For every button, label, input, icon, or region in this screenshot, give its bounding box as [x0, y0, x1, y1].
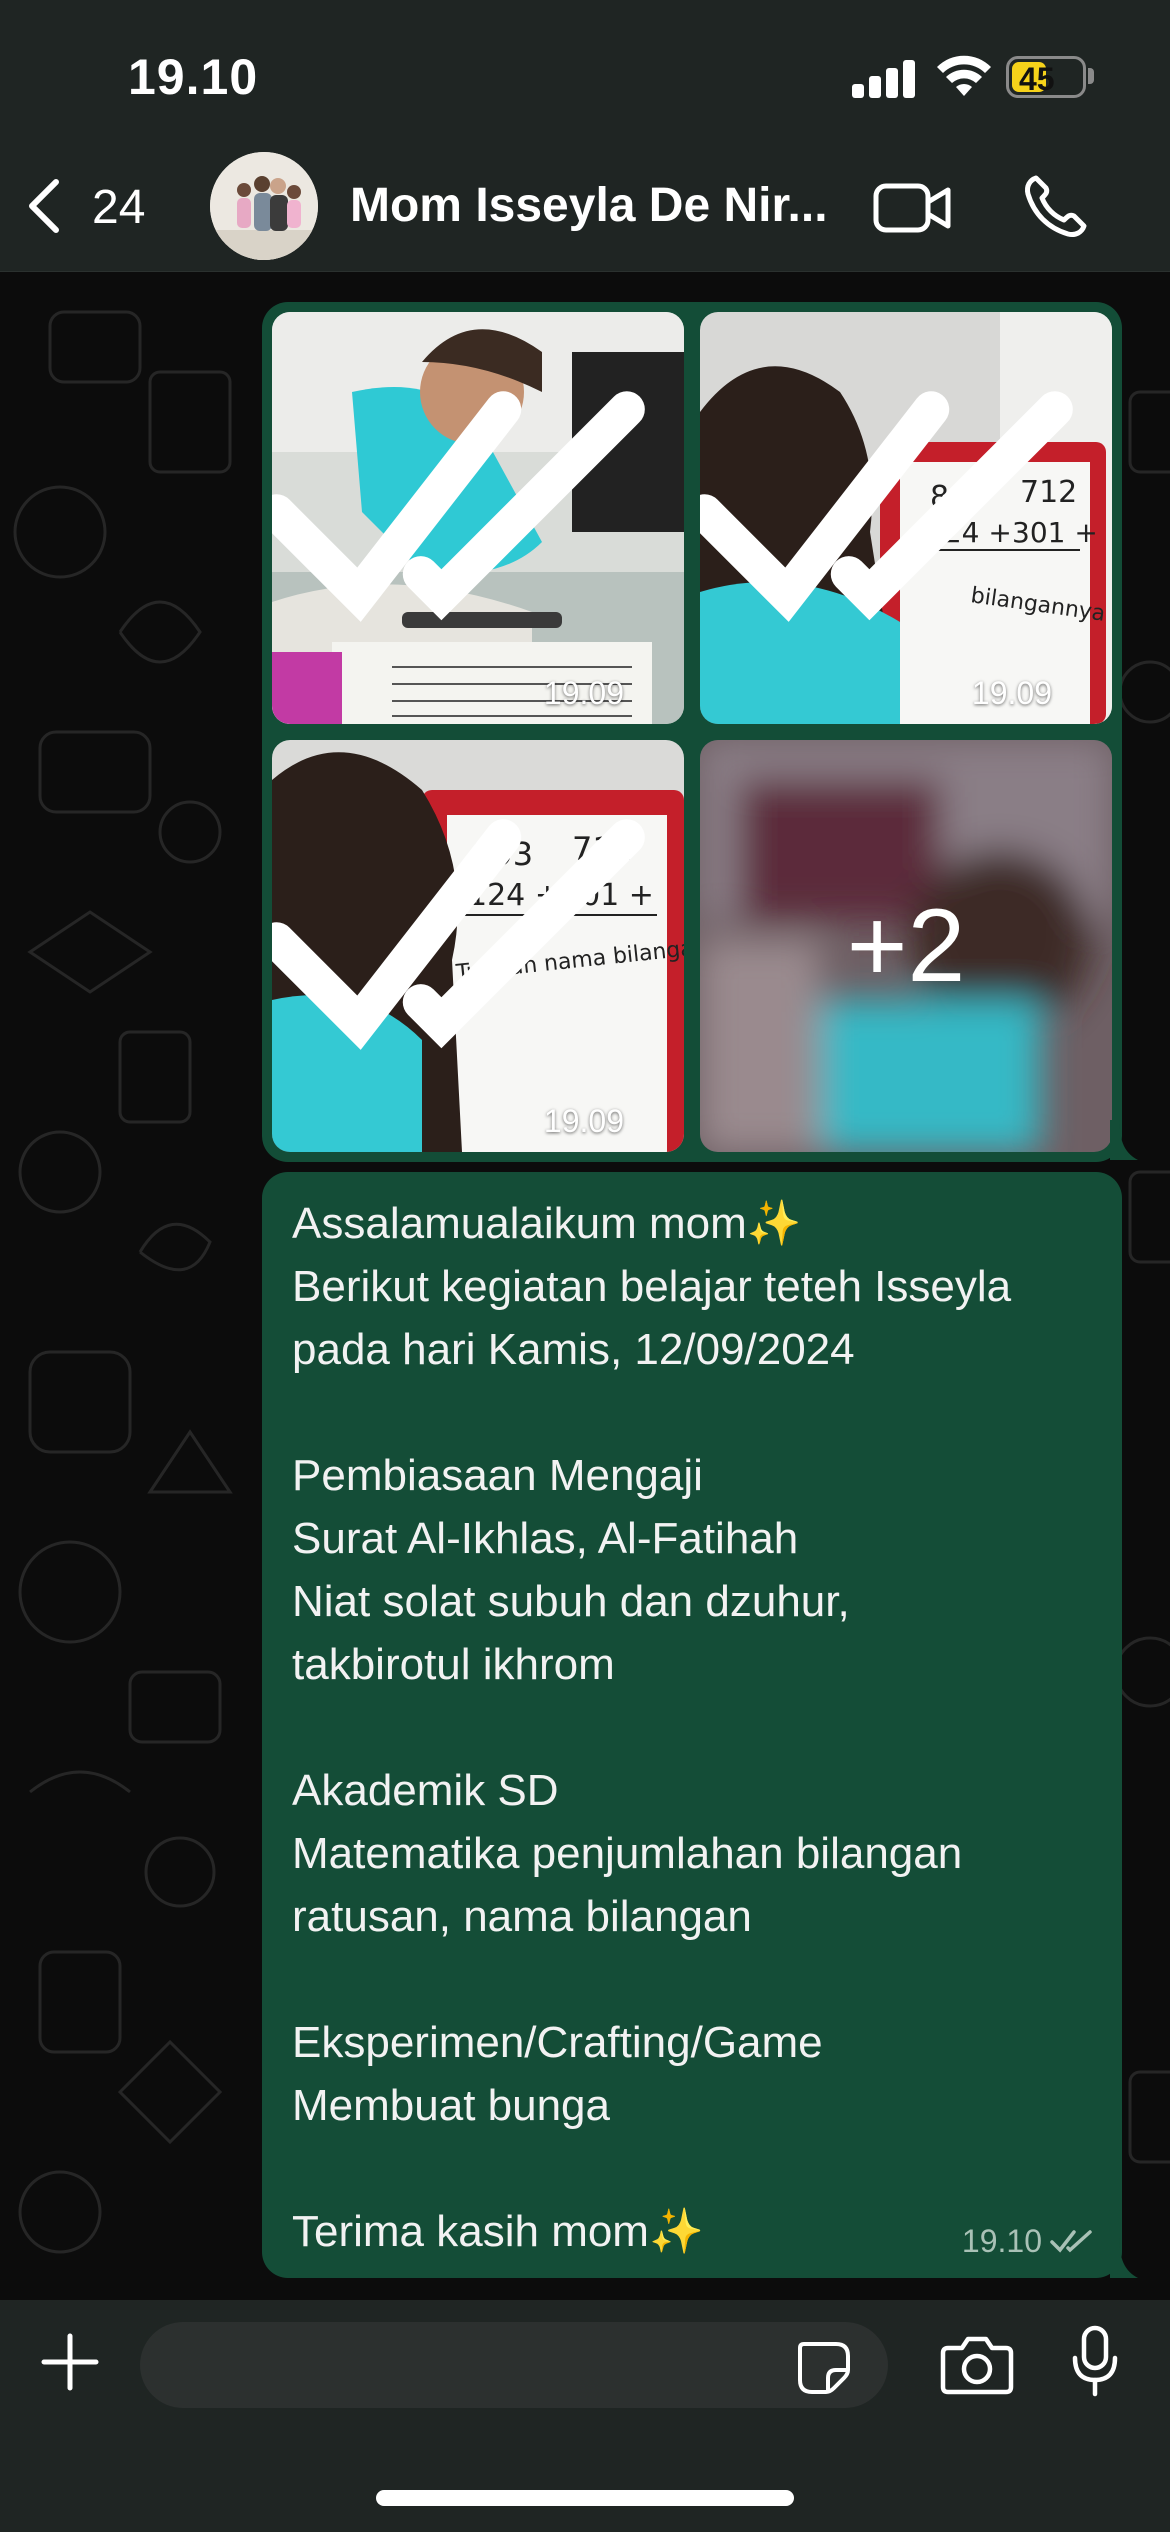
battery-level: 45 — [1019, 61, 1055, 97]
chat-area[interactable]: 19.09 893 712 124 + 301 + bilangannya ! — [0, 272, 1170, 2300]
microphone-icon[interactable] — [1070, 2324, 1120, 2398]
camera-icon[interactable] — [940, 2334, 1014, 2396]
video-call-icon[interactable] — [872, 180, 952, 236]
status-time: 19.10 — [128, 49, 259, 105]
album-more-photos[interactable]: +2 — [700, 740, 1112, 1152]
bubble-tail — [1110, 2238, 1138, 2278]
contact-name[interactable]: Mom Isseyla De Nir... — [350, 178, 830, 233]
plus-icon[interactable] — [38, 2330, 102, 2394]
signal-icon — [852, 58, 916, 98]
chat-header: 24 Mom Isseyla De Nir... — [0, 140, 1170, 272]
contact-avatar[interactable] — [210, 152, 318, 260]
album-photo-2[interactable]: 893 712 124 + 301 + bilangannya ! 19.09 — [700, 312, 1112, 724]
voice-call-icon[interactable] — [1022, 174, 1088, 240]
album-photo-3[interactable]: 893 712 124 + 301 + Tulislah nama bilang… — [272, 740, 684, 1152]
message-body: Assalamualaikum mom✨ Berikut kegiatan be… — [292, 1199, 1012, 2256]
message-timestamp: 19.10 — [961, 2223, 1042, 2259]
message-input[interactable] — [140, 2322, 888, 2408]
wifi-icon — [937, 55, 991, 96]
sticker-icon[interactable] — [796, 2340, 852, 2396]
read-ticks-icon — [272, 819, 645, 1050]
read-ticks-icon — [272, 391, 645, 622]
status-bar: 19.10 45 — [0, 0, 1170, 140]
home-indicator[interactable] — [376, 2490, 794, 2506]
read-ticks-icon — [1050, 2230, 1092, 2253]
back-chevron-icon[interactable] — [24, 176, 64, 236]
read-ticks-icon — [700, 391, 1073, 622]
battery-cap — [1088, 68, 1094, 84]
outgoing-text-message[interactable]: Assalamualaikum mom✨ Berikut kegiatan be… — [262, 1172, 1122, 2278]
media-album-bubble[interactable]: 19.09 893 712 124 + 301 + bilangannya ! — [262, 302, 1122, 1162]
unread-count[interactable]: 24 — [92, 180, 145, 235]
bubble-tail — [1110, 1120, 1138, 1160]
battery-icon: 45 — [1006, 56, 1086, 98]
album-photo-1[interactable]: 19.09 — [272, 312, 684, 724]
more-photos-count: +2 — [846, 887, 966, 1004]
